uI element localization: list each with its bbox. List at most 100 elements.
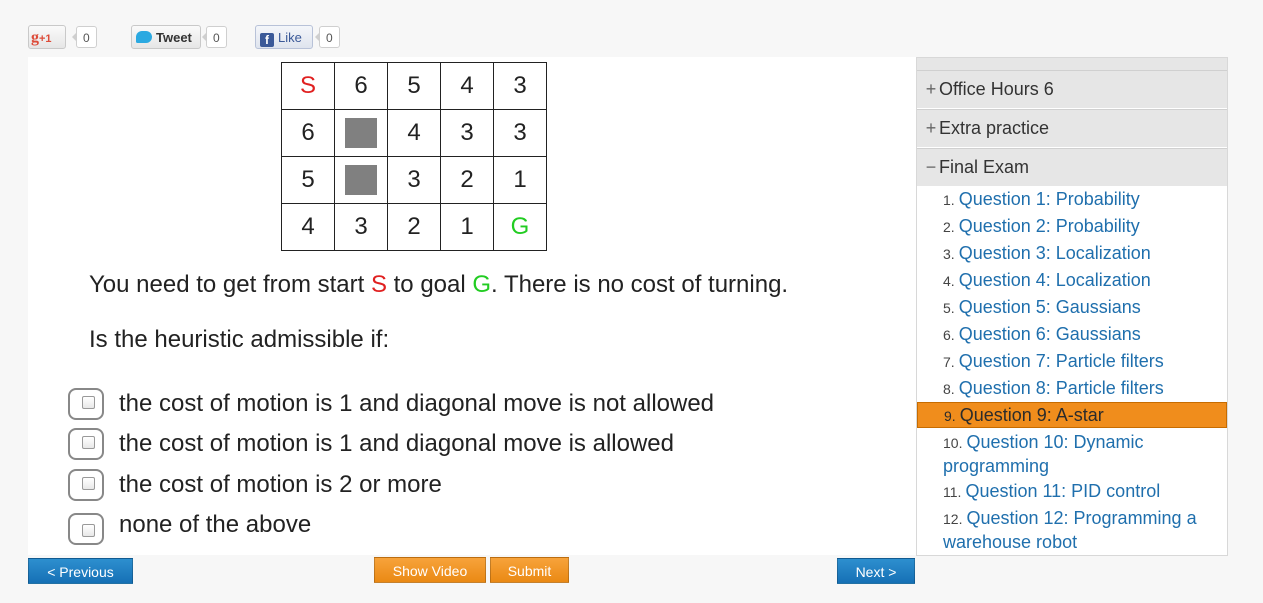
like-label: Like (278, 30, 302, 45)
answer-label: the cost of motion is 1 and diagonal mov… (119, 430, 674, 457)
answer-label: the cost of motion is 2 or more (119, 471, 442, 498)
item-number: 3. (943, 246, 955, 262)
item-number: 5. (943, 300, 955, 316)
grid-cell: 3 (387, 156, 441, 204)
checkbox-box (82, 436, 95, 449)
final-exam-question-list: 1. Question 1: Probability 2. Question 2: … (917, 186, 1227, 555)
grid-row: 4 3 2 1 G (281, 203, 547, 251)
item-title: Question 6: Gaussians (958, 324, 1141, 344)
tweet-label: Tweet (156, 30, 192, 45)
item-number: 11. (943, 484, 962, 500)
sidebar-section-office-hours-6[interactable]: + Office Hours 6 (917, 70, 1227, 108)
sidebar-item-question-8[interactable]: 8. Question 8: Particle filters (917, 375, 1227, 402)
sidebar-item-question-5[interactable]: 5. Question 5: Gaussians (917, 294, 1227, 321)
grid-cell: 1 (440, 203, 494, 251)
google-plus-label: +1 (39, 33, 52, 45)
google-plus-icon: g (31, 29, 39, 46)
question-text: You need to get from start S to goal G. … (89, 271, 788, 299)
facebook-like-button[interactable]: f Like (255, 25, 313, 49)
checkbox-box (82, 524, 95, 537)
sidebar-section-extra-practice[interactable]: + Extra practice (917, 109, 1227, 147)
section-label: Office Hours 6 (939, 79, 1054, 99)
start-symbol: S (370, 271, 387, 298)
question-text-part: . There is no cost of turning. (491, 271, 789, 298)
grid-cell: 2 (440, 156, 494, 204)
sidebar-item-question-1[interactable]: 1. Question 1: Probability (917, 186, 1227, 213)
section-label: Final Exam (939, 157, 1030, 177)
item-number: 12. (943, 511, 963, 527)
obstacle-block (345, 118, 377, 148)
item-title: Question 11: PID control (965, 481, 1161, 501)
section-label: Extra practice (939, 118, 1050, 138)
obstacle-block (345, 165, 377, 195)
grid-cell: 4 (440, 62, 494, 110)
grid-row: S 6 5 4 3 (281, 62, 547, 110)
course-sidebar: + Office Hours 6 + Extra practice − Final E… (916, 57, 1228, 556)
item-number: 1. (943, 192, 955, 208)
twitter-bird-icon (136, 31, 152, 43)
item-number: 9. (944, 408, 956, 424)
item-title: Question 7: Particle filters (958, 351, 1164, 371)
expand-icon: + (925, 118, 937, 138)
show-video-button[interactable]: Show Video (374, 557, 486, 583)
tweet-button[interactable]: Tweet (131, 25, 201, 49)
grid-cell: 3 (334, 203, 388, 251)
item-title: Question 5: Gaussians (958, 297, 1141, 317)
sidebar-section-hidden[interactable] (917, 58, 1227, 70)
answer-checkbox[interactable] (68, 469, 104, 501)
sidebar-item-question-6[interactable]: 6. Question 6: Gaussians (917, 321, 1227, 348)
answer-label: the cost of motion is 1 and diagonal mov… (119, 390, 715, 417)
item-title: Question 4: Localization (958, 270, 1151, 290)
grid-cell-goal: G (493, 203, 547, 251)
answer-label: none of the above (119, 511, 312, 538)
question-prompt: Is the heuristic admissible if: (89, 326, 390, 353)
heuristic-grid: S 6 5 4 3 6 4 3 3 5 3 2 1 4 3 2 1 G (281, 62, 547, 251)
sidebar-item-question-4[interactable]: 4. Question 4: Localization (917, 267, 1227, 294)
submit-button[interactable]: Submit (490, 557, 569, 583)
grid-row: 5 3 2 1 (281, 156, 547, 204)
sidebar-item-question-3[interactable]: 3. Question 3: Localization (917, 240, 1227, 267)
grid-cell: 4 (387, 109, 441, 157)
sidebar-item-question-11[interactable]: 11. Question 11: PID control (917, 478, 1227, 505)
sidebar-item-question-7[interactable]: 7. Question 7: Particle filters (917, 348, 1227, 375)
google-plus-button[interactable]: g+1 (28, 25, 66, 49)
sidebar-item-question-10[interactable]: 10. Question 10: Dynamic programming (917, 428, 1227, 478)
grid-cell: 6 (334, 62, 388, 110)
sidebar-section-final-exam[interactable]: − Final Exam (917, 148, 1227, 186)
question-text-part: You need to get from start (89, 271, 371, 298)
answer-checkbox[interactable] (68, 388, 104, 420)
item-number: 10. (943, 435, 963, 451)
item-title: Question 3: Localization (958, 243, 1151, 263)
sidebar-item-question-2[interactable]: 2. Question 2: Probability (917, 213, 1227, 240)
google-plus-count: 0 (72, 26, 97, 48)
collapse-icon: − (925, 157, 937, 177)
question-text-part: to goal (386, 271, 473, 298)
previous-button[interactable]: < Previous (28, 558, 133, 584)
grid-cell: 3 (440, 109, 494, 157)
answer-checkbox[interactable] (68, 428, 104, 460)
item-number: 6. (943, 327, 955, 343)
item-title: Question 2: Probability (958, 216, 1140, 236)
answer-checkbox[interactable] (68, 513, 104, 545)
grid-cell: 6 (281, 109, 335, 157)
checkbox-box (82, 396, 95, 409)
sidebar-item-question-9-active[interactable]: 9. Question 9: A-star (917, 402, 1227, 428)
checkbox-box (82, 477, 95, 490)
grid-cell: 5 (387, 62, 441, 110)
goal-symbol: G (472, 271, 492, 298)
grid-cell: 5 (281, 156, 335, 204)
item-title: Question 10: Dynamic programming (943, 432, 1144, 476)
grid-cell-obstacle (334, 109, 388, 157)
grid-cell: 3 (493, 62, 547, 110)
next-button[interactable]: Next > (837, 558, 915, 584)
sidebar-item-question-12[interactable]: 12. Question 12: Programming a warehouse … (917, 505, 1227, 555)
expand-icon: + (925, 79, 937, 99)
grid-cell-start: S (281, 62, 335, 110)
item-number: 8. (943, 381, 955, 397)
grid-row: 6 4 3 3 (281, 109, 547, 157)
item-number: 2. (943, 219, 955, 235)
like-count: 0 (315, 26, 340, 48)
item-title: Question 9: A-star (959, 405, 1104, 425)
item-number: 7. (943, 354, 955, 370)
grid-cell: 3 (493, 109, 547, 157)
